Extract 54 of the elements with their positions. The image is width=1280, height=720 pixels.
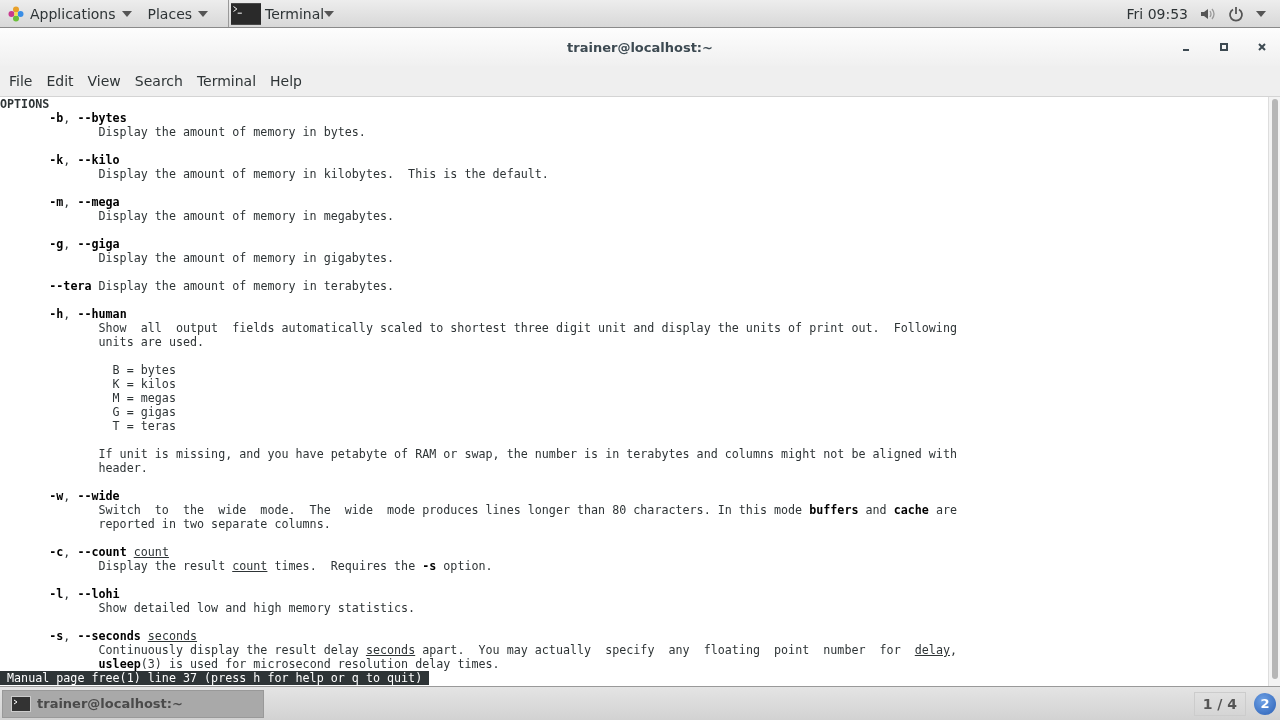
- caret-icon: [198, 10, 209, 17]
- terminal-line: usleep(3) is used for microsecond resolution delay times.: [97, 657, 501, 671]
- app-menu[interactable]: Terminal: [228, 0, 343, 27]
- places-menu[interactable]: Places: [139, 0, 217, 27]
- terminal-line: -b, --bytes: [48, 111, 128, 125]
- menu-item[interactable]: Edit: [39, 69, 81, 93]
- scrollbar[interactable]: [1268, 97, 1280, 686]
- terminal-line: If unit is missing, and you have petabyte of RAM or swap, the number is in terabytes and columns might not be aligned with: [97, 447, 958, 461]
- menu-item[interactable]: File: [2, 69, 40, 93]
- maximize-icon: [1220, 43, 1228, 51]
- menu-item[interactable]: Help: [263, 69, 309, 93]
- applications-menu[interactable]: Applications: [0, 0, 140, 27]
- terminal-line: -k, --kilo: [48, 153, 121, 167]
- terminal-line: Show all output fields automatically scaled to shortest three digit unit and display the units of print out. Following: [97, 321, 958, 335]
- terminal-line: Display the amount of memory in megabytes.: [97, 209, 396, 223]
- terminal-line: G = gigas: [111, 405, 177, 419]
- flower-logo-icon: [8, 5, 24, 22]
- window-title: trainer@localhost:~: [567, 39, 713, 55]
- terminal-line: -l, --lohi: [48, 587, 121, 601]
- terminal-line: -c, --count count: [48, 545, 170, 559]
- terminal-line: header.: [97, 461, 149, 475]
- terminal-line: M = megas: [111, 391, 177, 405]
- caret-icon[interactable]: [1256, 10, 1266, 17]
- terminal-line: -s, --seconds seconds: [48, 629, 199, 643]
- terminal-line: --tera Display the amount of memory in terabytes.: [48, 279, 396, 293]
- terminal-line: K = kilos: [111, 377, 177, 391]
- caret-icon: [121, 10, 132, 17]
- terminal-line: Show detailed low and high memory statistics.: [97, 601, 417, 615]
- terminal-line: Continuously display the result delay seconds apart. You may actually specify any floating point number for delay,: [97, 643, 958, 657]
- terminal-line: Display the amount of memory in bytes.: [97, 125, 367, 139]
- clock[interactable]: Fri 09:53: [1126, 5, 1188, 22]
- section-heading: OPTIONS: [0, 97, 51, 111]
- workspace-indicator[interactable]: 1 / 4: [1193, 691, 1246, 716]
- terminal-line: reported in two separate columns.: [97, 517, 332, 531]
- menu-item[interactable]: View: [80, 69, 128, 93]
- terminal-icon: [231, 0, 262, 27]
- terminal-icon: [11, 695, 31, 712]
- terminal-line: Display the amount of memory in gigabytes.: [97, 251, 396, 265]
- terminal-line: -h, --human: [48, 307, 128, 321]
- terminal-line: T = teras: [111, 419, 177, 433]
- terminal-line: -w, --wide: [48, 489, 121, 503]
- terminal-line: -g, --giga: [48, 237, 121, 251]
- power-icon[interactable]: [1228, 5, 1244, 22]
- terminal-line: B = bytes: [111, 363, 177, 377]
- terminal-line: Display the result count times. Requires the -s option.: [97, 559, 494, 573]
- taskbar-window-button[interactable]: trainer@localhost:~: [2, 689, 264, 718]
- terminal-line: -m, --mega: [48, 195, 121, 209]
- menu-item[interactable]: Search: [127, 69, 190, 93]
- terminal-line: Display the amount of memory in kilobytes. This is the default.: [97, 167, 550, 181]
- terminal-line: Switch to the wide mode. The wide mode produces lines longer than 80 characters. In this mode buffers and cache are: [97, 503, 958, 517]
- menu-item[interactable]: Terminal: [189, 69, 264, 93]
- caret-icon: [324, 10, 335, 17]
- close-icon: [1258, 43, 1266, 51]
- terminal-line: units are used.: [97, 335, 206, 349]
